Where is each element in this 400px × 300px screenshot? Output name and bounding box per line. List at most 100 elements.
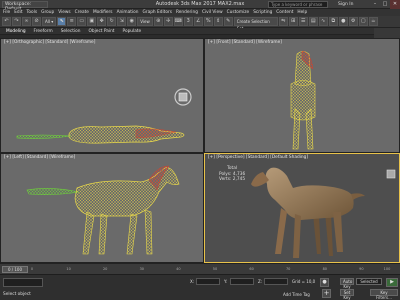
set-key-button[interactable]: Set Key bbox=[340, 289, 354, 300]
timeline: 0 / 100 0 10 20 30 40 50 60 70 80 90 100 bbox=[0, 263, 400, 274]
search-input[interactable]: Type a keyword or phrase bbox=[268, 1, 328, 8]
menu-customize[interactable]: Customize bbox=[227, 9, 250, 16]
minimize-icon[interactable]: – bbox=[370, 0, 380, 9]
tick-label: 80 bbox=[322, 267, 328, 271]
link-icon[interactable]: ∞ bbox=[22, 17, 31, 26]
viewport-left[interactable]: [+] [Left] [Standard] [Wireframe] bbox=[0, 153, 204, 263]
main-toolbar: ↶ ↷ ∞ ⊘ All ▾ ⬉ ≡ ▭ ▣ ✥ ↻ ⇲ ◉ View ⊕ ✢ ⌨… bbox=[0, 16, 400, 31]
menu-modifiers[interactable]: Modifiers bbox=[93, 9, 113, 16]
select-by-name-icon[interactable]: ≡ bbox=[67, 17, 77, 26]
pivot-center-icon[interactable]: ⊕ bbox=[153, 17, 163, 26]
menu-group[interactable]: Group bbox=[41, 9, 54, 16]
tick-label: 10 bbox=[66, 267, 71, 271]
spinner-snap-icon[interactable]: ⇕ bbox=[213, 17, 223, 26]
set-key-icon[interactable]: + bbox=[322, 289, 331, 298]
menu-bar: File Edit Tools Group Views Create Modif… bbox=[0, 9, 400, 16]
select-manipulate-icon[interactable]: ✢ bbox=[163, 17, 173, 26]
timeline-ruler[interactable]: 0 10 20 30 40 50 60 70 80 90 100 bbox=[31, 267, 398, 273]
menu-content[interactable]: Content bbox=[276, 9, 293, 16]
graphite-toolbar-icon[interactable]: ▤ bbox=[308, 17, 318, 26]
menu-scripting[interactable]: Scripting bbox=[253, 9, 272, 16]
horse-wireframe-front bbox=[290, 50, 316, 150]
x-coord-field[interactable] bbox=[196, 278, 220, 285]
tick-label: 100 bbox=[383, 267, 391, 271]
rect-select-icon[interactable]: ▭ bbox=[77, 17, 87, 26]
tab-modeling[interactable]: Modeling bbox=[6, 28, 26, 34]
schematic-view-icon[interactable]: ⧉ bbox=[328, 17, 338, 26]
unlink-icon[interactable]: ⊘ bbox=[32, 17, 41, 26]
scale-icon[interactable]: ⇲ bbox=[117, 17, 127, 26]
key-mode-dropdown[interactable]: Selected bbox=[356, 278, 382, 285]
rotate-icon[interactable]: ↻ bbox=[107, 17, 117, 26]
menu-rendering[interactable]: Rendering bbox=[176, 9, 198, 16]
menu-help[interactable]: Help bbox=[297, 9, 307, 16]
redo-icon[interactable]: ↷ bbox=[12, 17, 21, 26]
keyboard-shortcut-icon[interactable]: ⌨ bbox=[173, 17, 183, 26]
menu-views[interactable]: Views bbox=[58, 9, 70, 16]
mirror-icon[interactable]: ⇋ bbox=[278, 17, 288, 26]
viewport-front[interactable]: [+] [Front] [Standard] [Wireframe] bbox=[204, 38, 400, 153]
select-object-icon[interactable]: ⬉ bbox=[57, 17, 67, 26]
z-coord-label: Z: bbox=[258, 279, 263, 284]
tick-label: 70 bbox=[285, 267, 291, 271]
tab-object-paint[interactable]: Object Paint bbox=[89, 28, 115, 34]
menu-graph-editors[interactable]: Graph Editors bbox=[142, 9, 172, 16]
snap-3d-icon[interactable]: 3 bbox=[183, 17, 193, 26]
time-slider[interactable]: 0 / 100 bbox=[2, 266, 28, 273]
y-coord-label: Y: bbox=[224, 279, 228, 284]
rendered-frame-icon[interactable]: ▢ bbox=[358, 17, 368, 26]
curve-editor-icon[interactable]: ∿ bbox=[318, 17, 328, 26]
ribbon-tabs: Modeling Freeform Selection Object Paint… bbox=[0, 28, 400, 35]
x-coord-label: X: bbox=[190, 279, 195, 284]
horse-shaded-model bbox=[251, 167, 365, 258]
menu-civil-view[interactable]: Civil View bbox=[202, 9, 223, 16]
edit-named-sets-icon[interactable]: ✎ bbox=[223, 17, 233, 26]
add-time-tag[interactable]: Add Time Tag bbox=[283, 292, 310, 297]
tick-label: 40 bbox=[176, 267, 181, 271]
sign-in-link[interactable]: Sign In bbox=[338, 1, 353, 8]
z-coord-field[interactable] bbox=[264, 278, 288, 285]
layer-explorer-icon[interactable]: ☰ bbox=[298, 17, 308, 26]
viewport-orthographic[interactable]: [+] [Orthographic] [Standard] [Wireframe… bbox=[0, 38, 204, 153]
reference-coordinate-dropdown[interactable]: View bbox=[137, 17, 153, 26]
auto-key-button[interactable]: Auto Key bbox=[340, 278, 354, 289]
auto-key-icon[interactable]: ● bbox=[320, 278, 329, 287]
maximize-icon[interactable]: □ bbox=[380, 0, 390, 9]
play-icon[interactable]: ▶ bbox=[386, 278, 398, 287]
tick-label: 20 bbox=[102, 267, 108, 271]
tick-label: 60 bbox=[249, 267, 254, 271]
tick-label: 90 bbox=[359, 267, 364, 271]
window-crossing-icon[interactable]: ▣ bbox=[87, 17, 97, 26]
place-icon[interactable]: ◉ bbox=[127, 17, 137, 26]
prompt-line: Select object bbox=[3, 292, 31, 297]
menu-file[interactable]: File bbox=[3, 9, 10, 16]
menu-create[interactable]: Create bbox=[75, 9, 89, 16]
grid-value: Grid = 10,0 bbox=[292, 279, 316, 284]
title-bar: Workspace: Default Autodesk 3ds Max 2017… bbox=[0, 0, 400, 12]
undo-icon[interactable]: ↶ bbox=[2, 17, 11, 26]
menu-edit[interactable]: Edit bbox=[14, 9, 22, 16]
material-editor-icon[interactable]: ● bbox=[338, 17, 348, 26]
window-title: Autodesk 3ds Max 2017 MAX2.max bbox=[155, 1, 245, 7]
selection-filter-dropdown[interactable]: All ▾ bbox=[42, 17, 57, 26]
tab-selection[interactable]: Selection bbox=[61, 28, 81, 34]
tick-label: 50 bbox=[212, 267, 218, 271]
move-icon[interactable]: ✥ bbox=[97, 17, 107, 26]
workspace-dropdown[interactable]: Workspace: Default bbox=[2, 1, 48, 12]
key-filters-button[interactable]: Key Filters... bbox=[370, 289, 398, 300]
named-selection-set-dropdown[interactable]: Create Selection Set bbox=[233, 17, 278, 31]
y-coord-field[interactable] bbox=[230, 278, 254, 285]
tab-populate[interactable]: Populate bbox=[123, 28, 142, 34]
horse-wireframe-top bbox=[16, 125, 185, 144]
menu-tools[interactable]: Tools bbox=[27, 9, 38, 16]
render-setup-icon[interactable]: ⚙ bbox=[348, 17, 358, 26]
align-icon[interactable]: ⊞ bbox=[288, 17, 298, 26]
tab-freeform[interactable]: Freeform bbox=[34, 28, 53, 34]
render-production-icon[interactable]: ☕ bbox=[368, 17, 378, 26]
viewport-perspective[interactable]: [+] [Perspective] [Standard] [Default Sh… bbox=[204, 153, 400, 263]
percent-snap-icon[interactable]: % bbox=[203, 17, 213, 26]
close-icon[interactable]: ✕ bbox=[390, 0, 400, 9]
maxscript-listener[interactable] bbox=[3, 278, 43, 287]
menu-animation[interactable]: Animation bbox=[117, 9, 139, 16]
angle-snap-icon[interactable]: ∠ bbox=[193, 17, 203, 26]
